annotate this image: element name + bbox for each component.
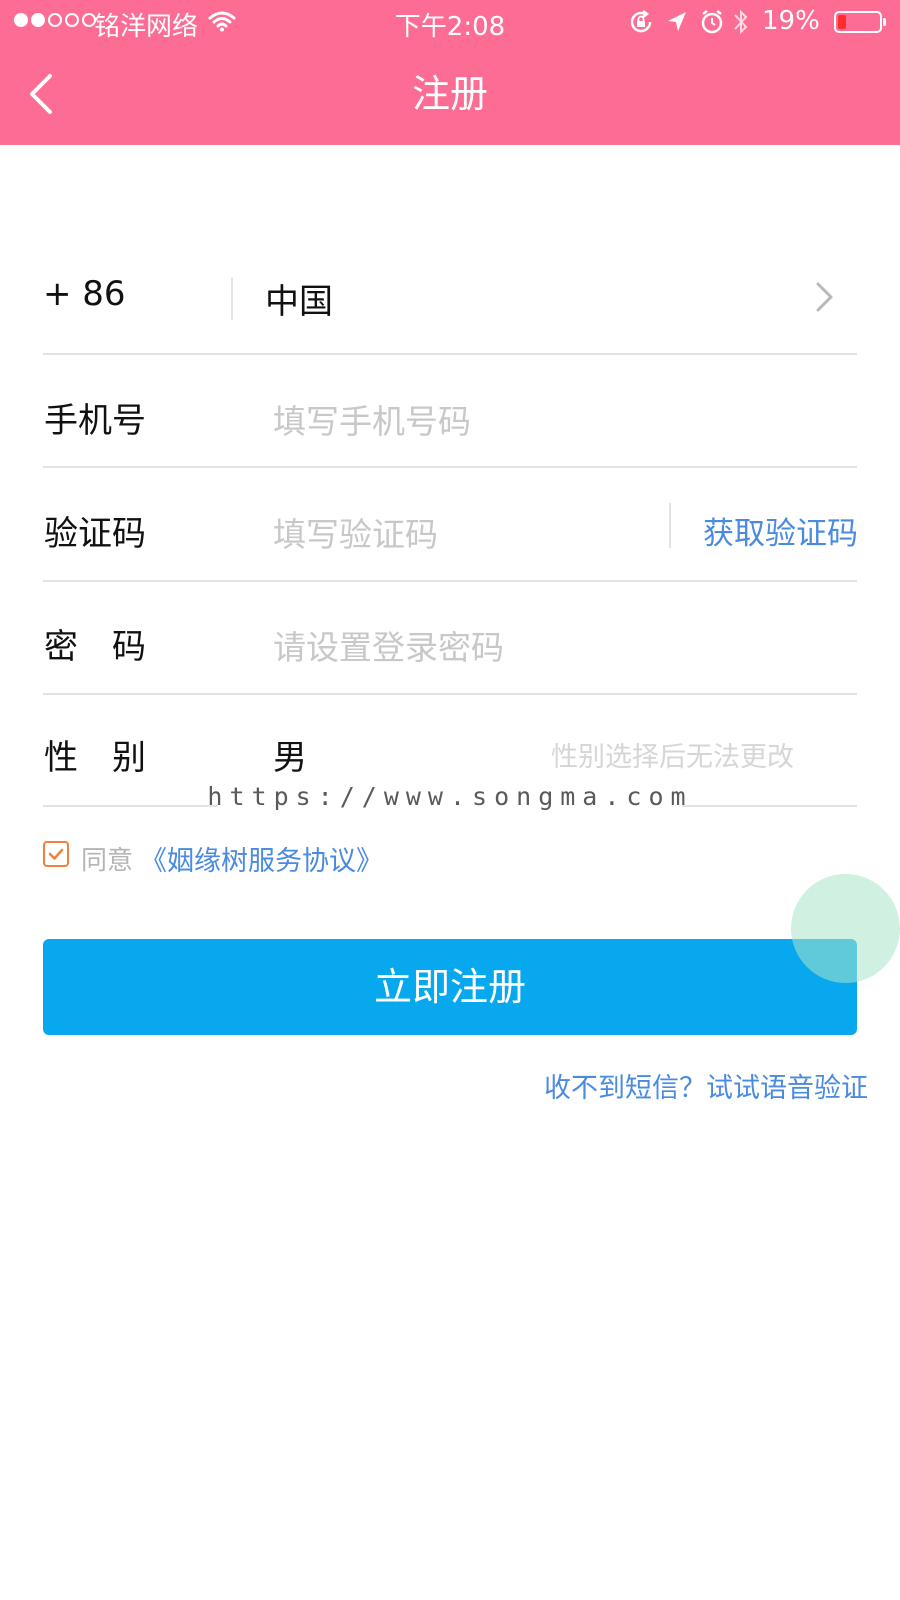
alarm-clock-icon: [701, 10, 723, 34]
voice-verify-link[interactable]: 收不到短信？试试语音验证: [544, 1066, 868, 1105]
checkmark-icon: [48, 848, 64, 860]
password-label: 密 码: [44, 627, 146, 667]
bluetooth-icon: [734, 9, 748, 35]
rotation-lock-icon: [630, 10, 652, 33]
watermark-text: https://www.songma.com: [207, 782, 693, 811]
phone-input[interactable]: 填写手机号码: [273, 395, 471, 443]
row-divider: [43, 353, 857, 355]
phone-label: 手机号: [44, 401, 146, 441]
app-header: 铭洋网络 下午2:08 19% 注册: [0, 0, 900, 145]
page-title: 注册: [411, 72, 488, 116]
row-divider: [43, 466, 857, 468]
country-divider: [231, 278, 233, 320]
row-divider: [43, 580, 857, 582]
gender-selector[interactable]: 男: [273, 730, 307, 779]
password-input[interactable]: 请设置登录密码: [273, 621, 504, 669]
gender-label: 性 别: [44, 738, 146, 778]
country-name: 中国: [265, 282, 333, 322]
battery-percent: 19%: [762, 6, 820, 36]
agreement-link[interactable]: 《姻缘树服务协议》: [140, 839, 383, 878]
agreement-prefix: 同意: [81, 846, 134, 876]
country-code: + 86: [43, 274, 126, 314]
touch-indicator: [791, 874, 900, 983]
chevron-right-icon: [816, 282, 833, 312]
battery-icon: [834, 11, 886, 33]
code-label: 验证码: [44, 514, 146, 554]
location-arrow-icon: [668, 12, 686, 31]
row-divider: [43, 693, 857, 695]
status-bar: 铭洋网络 下午2:08 19%: [0, 0, 900, 46]
get-code-button[interactable]: 获取验证码: [703, 508, 858, 553]
code-divider: [669, 503, 671, 548]
code-input[interactable]: 填写验证码: [273, 508, 438, 556]
country-selector[interactable]: + 86 中国: [43, 268, 857, 330]
gender-hint: 性别选择后无法更改: [551, 742, 794, 773]
agreement-checkbox[interactable]: [43, 841, 69, 867]
register-button[interactable]: 立即注册: [43, 939, 857, 1035]
